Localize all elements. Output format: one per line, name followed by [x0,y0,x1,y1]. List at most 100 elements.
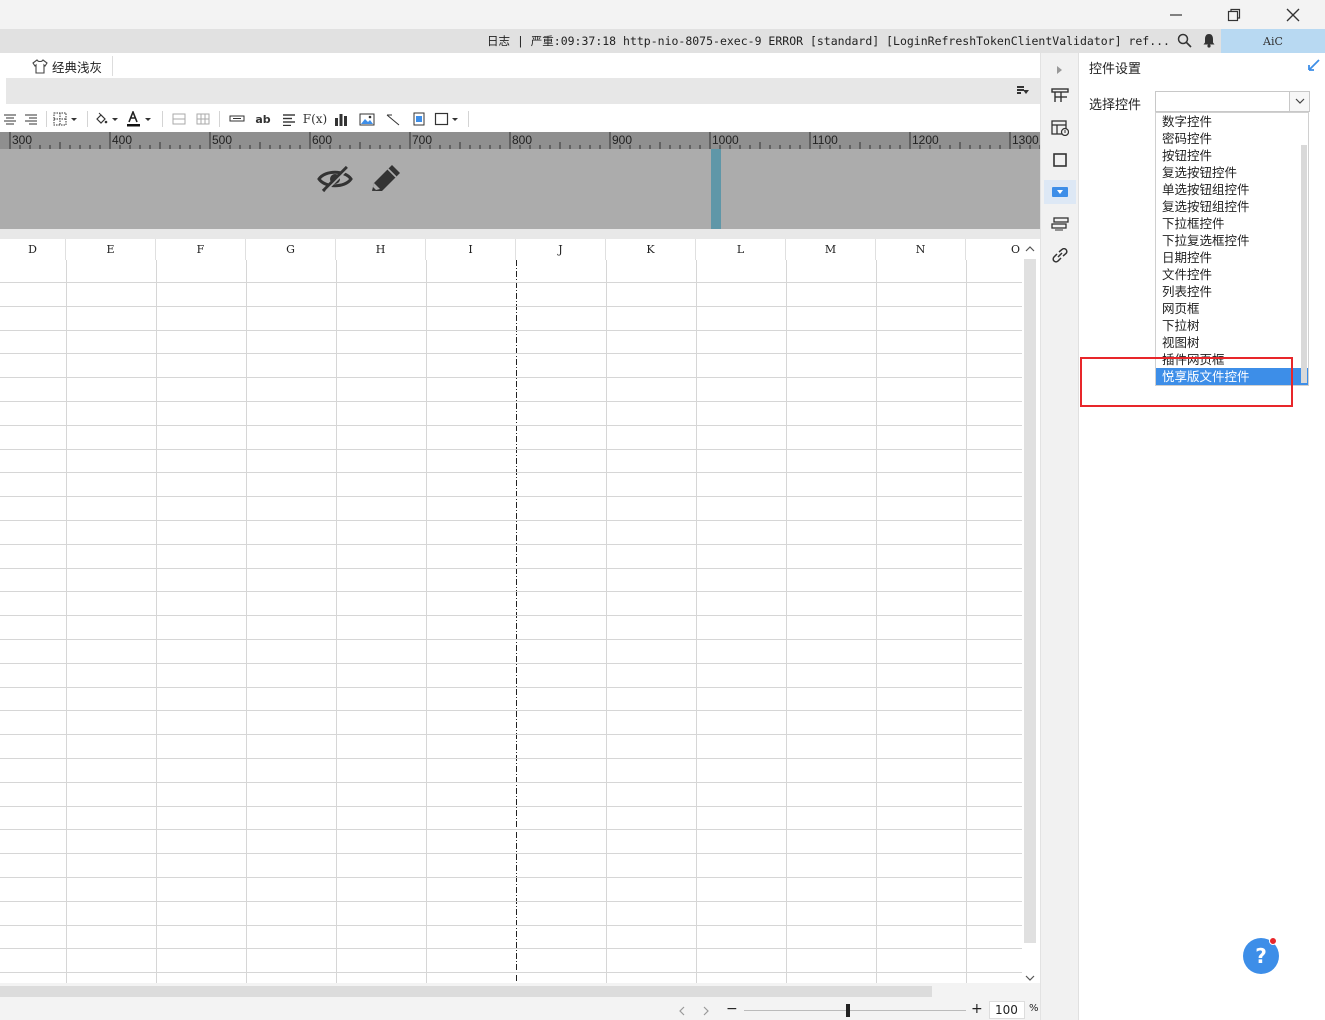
ruler-label: 500 [212,133,233,147]
theme-button[interactable]: 经典浅灰 [32,56,114,76]
cell-grid[interactable] [0,260,1022,983]
split-cell-icon[interactable] [191,108,215,130]
collapse-toolbar-icon[interactable] [1016,84,1030,99]
vertical-scroll-thumb[interactable] [1024,259,1036,943]
image-icon[interactable] [354,108,380,130]
font-color-icon [127,111,151,127]
widget-frame-icon[interactable] [1044,148,1076,172]
option-dropdown[interactable]: 下拉框控件 [1156,215,1308,232]
ruler-label: 1200 [912,133,939,147]
panel-pin-icon[interactable] [1307,58,1321,75]
option-dropdown-tree[interactable]: 下拉树 [1156,317,1308,334]
user-account[interactable]: AiC [1221,29,1325,53]
shirt-icon [32,58,48,74]
zoom-slider-thumb[interactable] [846,1004,850,1017]
fill-color-dropdown[interactable] [92,108,124,130]
column-header-i[interactable]: I [426,239,516,260]
horizontal-scroll-thumb[interactable] [0,986,932,997]
chevron-down-icon[interactable] [1289,92,1309,111]
zoom-unit: % [1029,1003,1039,1014]
ruler-label: 800 [512,133,533,147]
option-dropdown-checkbox[interactable]: 下拉复选框控件 [1156,232,1308,249]
column-header-k[interactable]: K [606,239,696,260]
merge-cell-icon[interactable] [167,108,191,130]
text-ab-icon[interactable]: ab [250,108,276,130]
option-webpage-frame[interactable]: 网页框 [1156,300,1308,317]
text-field-icon[interactable] [224,108,250,130]
bar-chart-icon[interactable] [328,108,354,130]
toolbar-divider [468,111,469,127]
next-sheet-icon[interactable] [702,1005,710,1019]
theme-label: 经典浅灰 [52,59,103,75]
column-header-j[interactable]: J [516,239,606,260]
paragraph-icon[interactable] [276,108,302,130]
scroll-up-icon[interactable] [1025,242,1035,256]
search-icon[interactable] [1177,33,1192,51]
close-button[interactable] [1264,0,1322,29]
border-grid-icon [53,112,77,126]
column-header-l[interactable]: L [696,239,786,260]
toolbar-divider [162,111,163,127]
column-header-d[interactable]: D [0,239,66,260]
vertical-scrollbar[interactable] [1022,239,1038,983]
option-date[interactable]: 日期控件 [1156,249,1308,266]
options-scrollbar[interactable] [1301,145,1307,383]
option-number[interactable]: 数字控件 [1156,113,1308,130]
option-radio-group[interactable]: 单选按钮组控件 [1156,181,1308,198]
zoom-slider-track[interactable] [744,1010,966,1011]
ruler-label: 400 [112,133,133,147]
option-file[interactable]: 文件控件 [1156,266,1308,283]
ruler-label: 1100 [812,133,838,147]
page-boundary-marker[interactable] [711,149,721,229]
zoom-out-button[interactable]: − [726,1001,738,1017]
option-password[interactable]: 密码控件 [1156,130,1308,147]
select-widget-dropdown[interactable] [1155,91,1310,112]
log-bar: 日志 | 严重:09:37:18 http-nio-8075-exec-9 ER… [0,29,1325,53]
option-checkbox-group[interactable]: 复选按钮组控件 [1156,198,1308,215]
window-title-bar [0,0,1325,29]
restore-button[interactable] [1205,0,1263,29]
horizontal-scrollbar[interactable] [0,983,1040,1000]
bell-icon[interactable] [1202,33,1216,51]
column-header-g[interactable]: G [246,239,336,260]
column-header-e[interactable]: E [66,239,156,260]
condition-attribute-icon[interactable] [1044,116,1076,140]
format-toolbar: ab F(x) [0,106,1040,132]
report-header-band[interactable] [0,149,1040,229]
shape-dropdown[interactable] [432,108,464,130]
zoom-in-button[interactable]: + [971,1001,983,1017]
close-icon [1286,8,1300,21]
column-header-h[interactable]: H [336,239,426,260]
option-view-tree[interactable]: 视图树 [1156,334,1308,351]
restore-icon [1227,8,1241,21]
align-right-icon[interactable] [20,108,42,130]
hidden-eye-icon[interactable] [317,163,353,198]
border-dropdown[interactable] [51,108,83,130]
option-button[interactable]: 按钮控件 [1156,147,1308,164]
widget-settings-icon[interactable] [1044,180,1076,204]
ruler-label: 1000 [712,133,739,147]
status-bar: − + 100 % [0,1000,1040,1020]
ruler-label: 900 [612,133,633,147]
column-header-n[interactable]: N [876,239,966,260]
expand-panel-icon[interactable] [1044,58,1076,82]
pencil-icon[interactable] [368,163,402,198]
hyperlink-icon[interactable] [1044,244,1076,268]
column-header-f[interactable]: F [156,239,246,260]
prev-sheet-icon[interactable] [678,1005,686,1019]
ruler-label: 600 [312,133,333,147]
toolbar-divider [87,111,88,127]
cell-attribute-icon[interactable] [1044,83,1076,107]
minimize-button[interactable] [1147,0,1205,29]
diagonal-line-icon[interactable] [380,108,406,130]
sub-report-icon[interactable] [406,108,432,130]
option-checkbox-button[interactable]: 复选按钮控件 [1156,164,1308,181]
column-header-m[interactable]: M [786,239,876,260]
zoom-input[interactable]: 100 [989,1001,1025,1019]
formula-fx-icon[interactable]: F(x) [302,108,328,130]
align-center-icon[interactable] [0,108,20,130]
log-message[interactable]: 日志 | 严重:09:37:18 http-nio-8075-exec-9 ER… [487,33,1170,49]
data-list-icon[interactable] [1044,212,1076,236]
option-list[interactable]: 列表控件 [1156,283,1308,300]
font-color-dropdown[interactable] [124,108,158,130]
